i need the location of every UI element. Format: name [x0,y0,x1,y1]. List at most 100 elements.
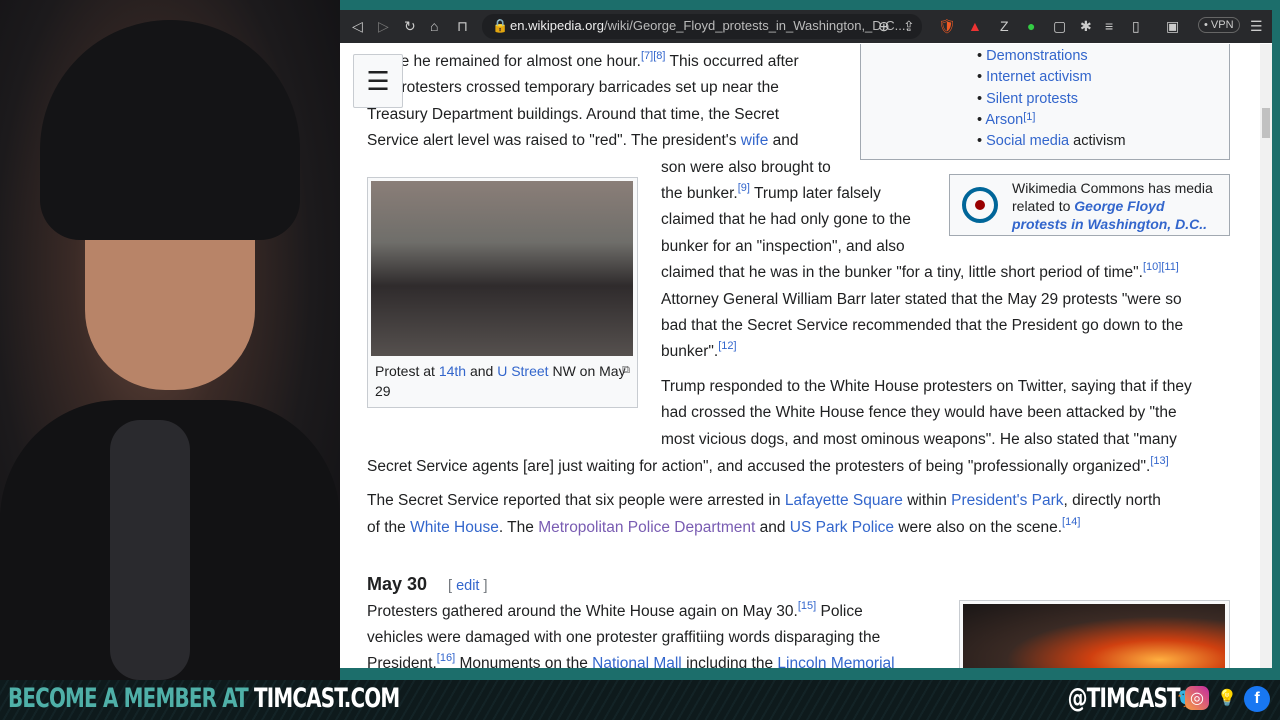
lightbulb-icon: 💡 [1217,690,1237,707]
section-heading: May 30 [367,574,428,594]
sidebar-navbox: • Demonstrations • Internet activism • S… [860,44,1230,160]
text-line: claimed that he had only gone to the [661,211,911,229]
text: Police [816,603,863,620]
article-link[interactable]: wife [741,132,769,149]
reload-icon[interactable]: ↻ [404,18,416,35]
enlarge-icon[interactable]: ⧉ [622,360,630,380]
protest-photo[interactable] [371,181,633,356]
link-social-media[interactable]: Social media [986,133,1069,149]
reference[interactable]: [15] [798,600,816,612]
sidebar-icon[interactable]: ▯ [1132,18,1140,35]
brave-rewards-icon[interactable]: ▲ [968,18,982,34]
protest-figure: Protest at 14th and U Street NW on May 2… [367,177,638,408]
fire-photo[interactable] [963,604,1225,668]
text-line: bunker".[12] [661,340,737,361]
beanie [40,20,300,240]
text-line: Service alert level was raised to "red".… [367,132,799,150]
social-handle: @TIMCAST [1067,683,1181,714]
navbox-item[interactable]: • Social media activism [977,131,1229,152]
text: The Secret Service reported that six peo… [367,492,785,509]
article-link[interactable]: White House [410,519,499,536]
brave-shield-icon[interactable]: 🛡 [938,18,956,35]
extension-green-icon[interactable]: ● [1027,18,1035,34]
scrollbar-thumb[interactable] [1262,108,1270,138]
text: , directly north [1063,492,1161,509]
facebook-icon: f [1244,686,1270,712]
home-icon[interactable]: ⌂ [430,18,438,34]
reference[interactable]: [1] [1023,111,1035,123]
text: vehicles were damaged with one protester… [367,629,881,646]
reference[interactable]: [14] [1062,516,1080,528]
link-arson[interactable]: Arson [985,112,1023,128]
back-icon[interactable]: ◁ [352,18,363,35]
puzzle-icon[interactable]: ✱ [1080,18,1092,35]
text: President. [367,655,437,668]
link-silent-protests[interactable]: Silent protests [986,91,1078,107]
extension-icon[interactable]: Z [1000,18,1009,34]
forward-icon[interactable]: ▷ [378,18,389,35]
edit-link[interactable]: edit [456,578,479,594]
text-line: The Secret Service reported that six peo… [367,492,1161,510]
text: Service alert level was raised to "red".… [367,132,741,149]
reference[interactable]: [7][8] [641,50,665,62]
navbox-item[interactable]: • Arson[1] [977,110,1229,131]
vpn-label: VPN [1210,19,1234,31]
navbox-item[interactable]: • Internet activism [977,67,1229,88]
playlist-icon[interactable]: ≡ [1105,18,1113,34]
article-link[interactable]: National Mall [592,655,682,668]
link-u-street[interactable]: U Street [497,363,548,379]
text: were also on the scene. [894,519,1063,536]
url-domain: en.wikipedia.org [510,18,604,33]
text: son were also brought to [661,159,831,176]
text-line: claimed that he was in the bunker "for a… [661,261,1179,282]
text: . The [498,519,539,536]
reference[interactable]: [12] [718,340,736,352]
reference[interactable]: [13] [1150,455,1168,467]
text-line: had crossed the White House fence they w… [661,404,1177,422]
zoom-icon[interactable]: ⊕ [878,18,890,35]
table-of-contents-button[interactable]: ☰ [353,54,403,108]
text: and [755,519,790,536]
text: within [902,492,952,509]
text-line: the bunker.[9] Trump later falsely [661,182,881,203]
text-line: bad that the Secret Service recommended … [661,317,1183,335]
link-internet-activism[interactable]: Internet activism [986,69,1092,85]
link-demonstrations[interactable]: Demonstrations [986,48,1088,64]
navbox-item[interactable]: • Demonstrations [977,46,1229,67]
article-link[interactable]: Metropolitan Police Department [538,519,755,536]
text: claimed that he had only gone to the [661,211,911,228]
share-icon[interactable]: ⇪ [903,18,915,35]
article-link[interactable]: Lincoln Memorial [777,655,894,668]
text: bad that the Secret Service recommended … [661,317,1184,334]
browser-window: ◁ ▷ ↻ ⌂ ⊓ 🔒 en.wikipedia.org/wiki/George_… [340,10,1272,668]
reference[interactable]: [16] [437,652,455,664]
figure-caption: Protest at 14th and U Street NW on May 2… [371,356,634,406]
text: claimed that he was in the bunker "for a… [661,264,1143,281]
reference[interactable]: [9] [738,182,750,194]
link-14th[interactable]: 14th [439,363,466,379]
text: bunker". [661,343,719,360]
text-line: Secret Service agents [are] just waiting… [367,455,1169,476]
article-link[interactable]: US Park Police [790,519,894,536]
article-link[interactable]: Lafayette Square [785,492,903,509]
reference[interactable]: [10][11] [1143,261,1179,273]
text: the protesters crossed temporary barrica… [367,79,779,96]
vpn-button[interactable]: • VPN [1198,17,1240,33]
scrollbar[interactable] [1260,44,1272,668]
lock-icon: 🔒 [492,18,509,33]
text-line: son were also brought to [661,159,831,177]
text-line: the protesters crossed temporary barrica… [367,79,779,97]
navbox-item[interactable]: • Silent protests [977,89,1229,110]
bookmark-icon[interactable]: ⊓ [457,18,468,35]
wallet-icon[interactable]: ▣ [1166,18,1179,35]
address-bar[interactable]: 🔒 en.wikipedia.org/wiki/George_Floyd_prot… [482,14,922,39]
promo-site: TIMCAST.COM [254,683,400,714]
shield-outline-icon[interactable]: ▢ [1053,18,1066,35]
article-link[interactable]: President's Park [951,492,1063,509]
menu-icon[interactable]: ☰ [1250,18,1263,35]
text: bunker for an "inspection", and also [661,238,905,255]
text-line: President.[16] Monuments on the National… [367,652,895,668]
text: most vicious dogs, and most ominous weap… [661,431,1177,448]
url-path: /wiki/George_Floyd_protests_in_Washingto… [603,18,910,33]
caption-text: and [466,363,498,379]
